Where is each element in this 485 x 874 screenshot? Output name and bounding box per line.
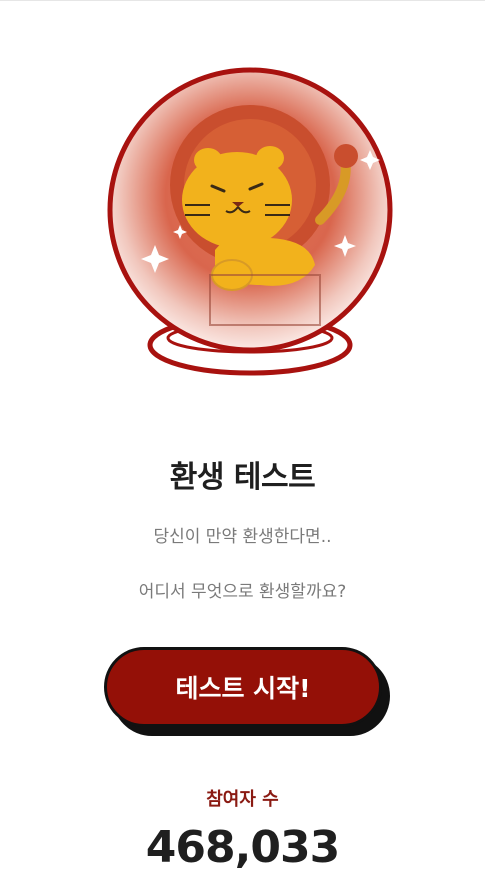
lion-crystal-ball-icon — [107, 67, 393, 376]
participants-count: 468,033 — [145, 822, 340, 873]
top-divider — [0, 0, 485, 1]
subtitle-line-2: 어디서 무엇으로 환생할까요? — [138, 582, 347, 602]
page-title: 환생 테스트 — [169, 460, 316, 495]
start-test-button[interactable]: 테스트 시작! — [104, 647, 382, 727]
hero-illustration — [0, 60, 485, 400]
subtitle-line-1: 당신이 만약 환생한다면.. — [153, 527, 332, 547]
participants-label: 참여자 수 — [206, 789, 279, 810]
start-button-wrapper: 테스트 시작! — [104, 647, 394, 739]
